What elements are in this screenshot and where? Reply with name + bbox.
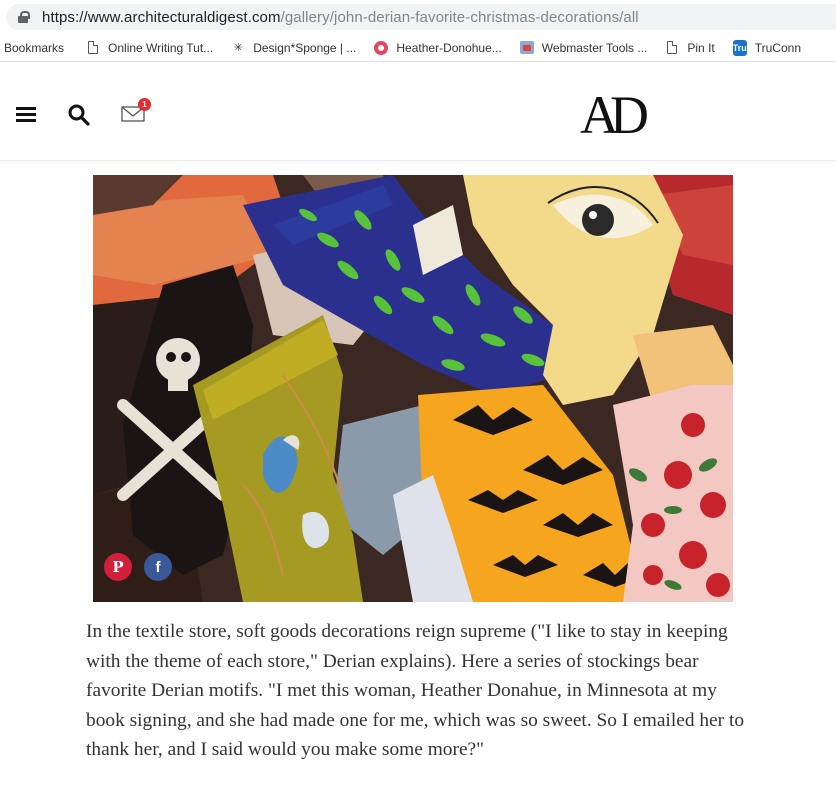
document-icon [665, 41, 679, 55]
gallery-photo [93, 175, 733, 602]
gallery-caption: In the textile store, soft goods decorat… [86, 621, 745, 760]
menu-icon[interactable] [16, 107, 36, 123]
bookmark-design-sponge[interactable]: ✳ Design*Sponge | ... [231, 40, 357, 55]
bookmark-online-writing[interactable]: Online Writing Tut... [86, 41, 213, 55]
bookmark-label: Webmaster Tools ... [541, 40, 648, 55]
url-text[interactable]: https://www.architecturaldigest.com/gall… [42, 9, 639, 26]
site-icon [374, 40, 389, 55]
url-host: https://www.architecturaldigest.com [42, 8, 281, 26]
pinterest-share-button[interactable]: P [104, 553, 132, 581]
bookmark-label: TruConn [754, 40, 801, 55]
notification-badge: 1 [138, 98, 151, 111]
webmaster-icon [519, 41, 534, 55]
search-icon[interactable] [67, 103, 91, 127]
sparkle-icon: ✳ [233, 41, 243, 54]
ad-logo[interactable]: AD [580, 85, 649, 145]
browser-address-bar: https://www.architecturaldigest.com/gall… [0, 0, 836, 34]
bookmark-label: Online Writing Tut... [108, 40, 214, 55]
bookmark-bookmarks[interactable]: Bookmarks [4, 41, 64, 55]
bookmarks-bar: Bookmarks Online Writing Tut... ✳ Design… [0, 34, 836, 62]
bookmark-webmaster-tools[interactable]: Webmaster Tools ... [519, 40, 648, 55]
url-field[interactable]: https://www.architecturaldigest.com/gall… [6, 4, 836, 30]
truconn-icon: Tru [732, 39, 747, 56]
facebook-share-button[interactable]: f [144, 553, 172, 581]
document-icon [86, 41, 100, 55]
bookmark-label: Heather-Donohue... [396, 40, 502, 55]
site-header: 1 AD [0, 63, 836, 161]
bookmark-heather-donohue[interactable]: Heather-Donohue... [374, 40, 502, 55]
lock-icon [18, 11, 30, 23]
bookmark-label: Design*Sponge | ... [253, 40, 357, 55]
bookmark-pin-it[interactable]: Pin It [665, 40, 715, 55]
bookmark-label: Pin It [687, 40, 715, 55]
bookmark-label: Bookmarks [4, 40, 65, 55]
bookmark-truconn[interactable]: Tru TruConn [732, 39, 801, 56]
url-path: /gallery/john-derian-favorite-christmas-… [280, 8, 639, 26]
